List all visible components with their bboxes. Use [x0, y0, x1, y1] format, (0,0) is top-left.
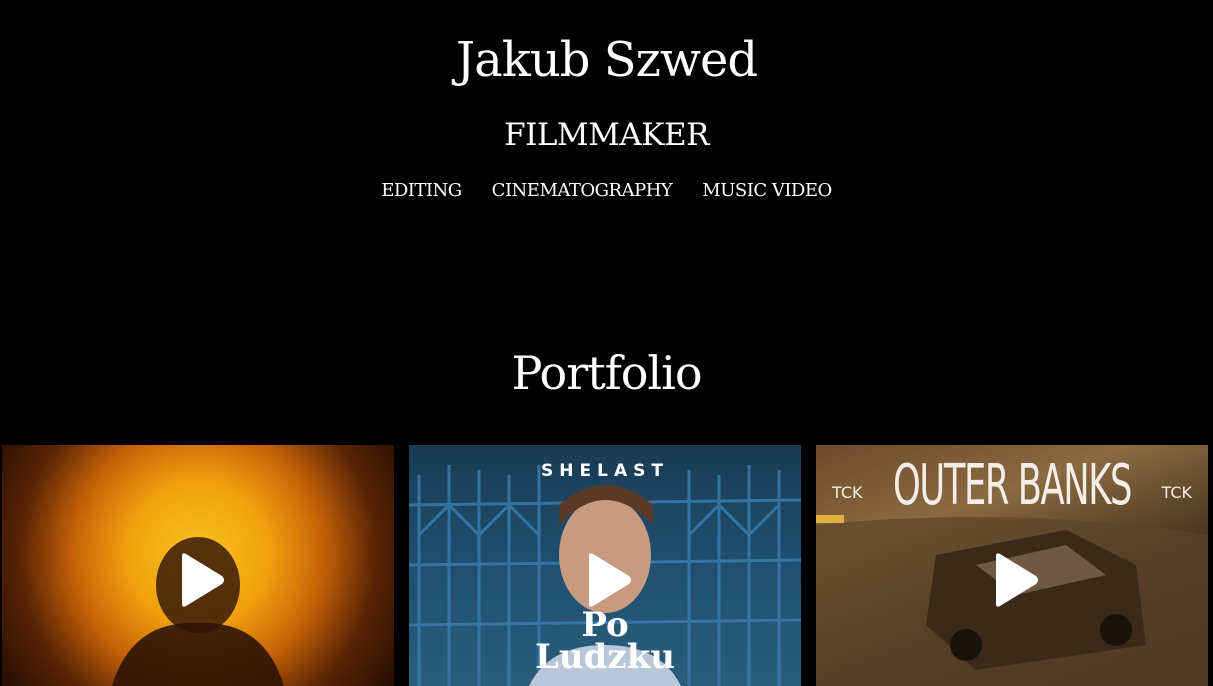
nav-item-editing[interactable]: EDITING [381, 180, 462, 201]
site-title[interactable]: Jakub Szwed [0, 30, 1213, 90]
thumbnail-title-text: OUTER BANKS [893, 453, 1132, 518]
main-nav: EDITING CINEMATOGRAPHY MUSIC VIDEO [0, 180, 1213, 201]
nav-item-music-video[interactable]: MUSIC VIDEO [702, 180, 832, 201]
page: Jakub Szwed FILMMAKER EDITING CINEMATOGR… [0, 0, 1213, 686]
site-subtitle: FILMMAKER [504, 117, 709, 153]
thumbnail-artist-text: SHELAST [541, 461, 669, 481]
video-card-1[interactable] [2, 445, 394, 686]
play-icon[interactable] [575, 550, 635, 610]
video-card-3[interactable]: OUTER BANKS TCK TCK [816, 445, 1208, 686]
video-card-2[interactable]: SHELAST Po Ludzku [409, 445, 801, 686]
nav-item-cinematography[interactable]: CINEMATOGRAPHY [492, 180, 673, 201]
thumbnail-tag-right: TCK [1161, 483, 1193, 502]
play-icon[interactable] [982, 550, 1042, 610]
thumbnail-song-title: Po Ludzku [535, 605, 675, 677]
portfolio-title: Portfolio [511, 346, 702, 400]
play-icon[interactable] [168, 550, 228, 610]
thumbnail-tag-left: TCK [832, 483, 863, 502]
